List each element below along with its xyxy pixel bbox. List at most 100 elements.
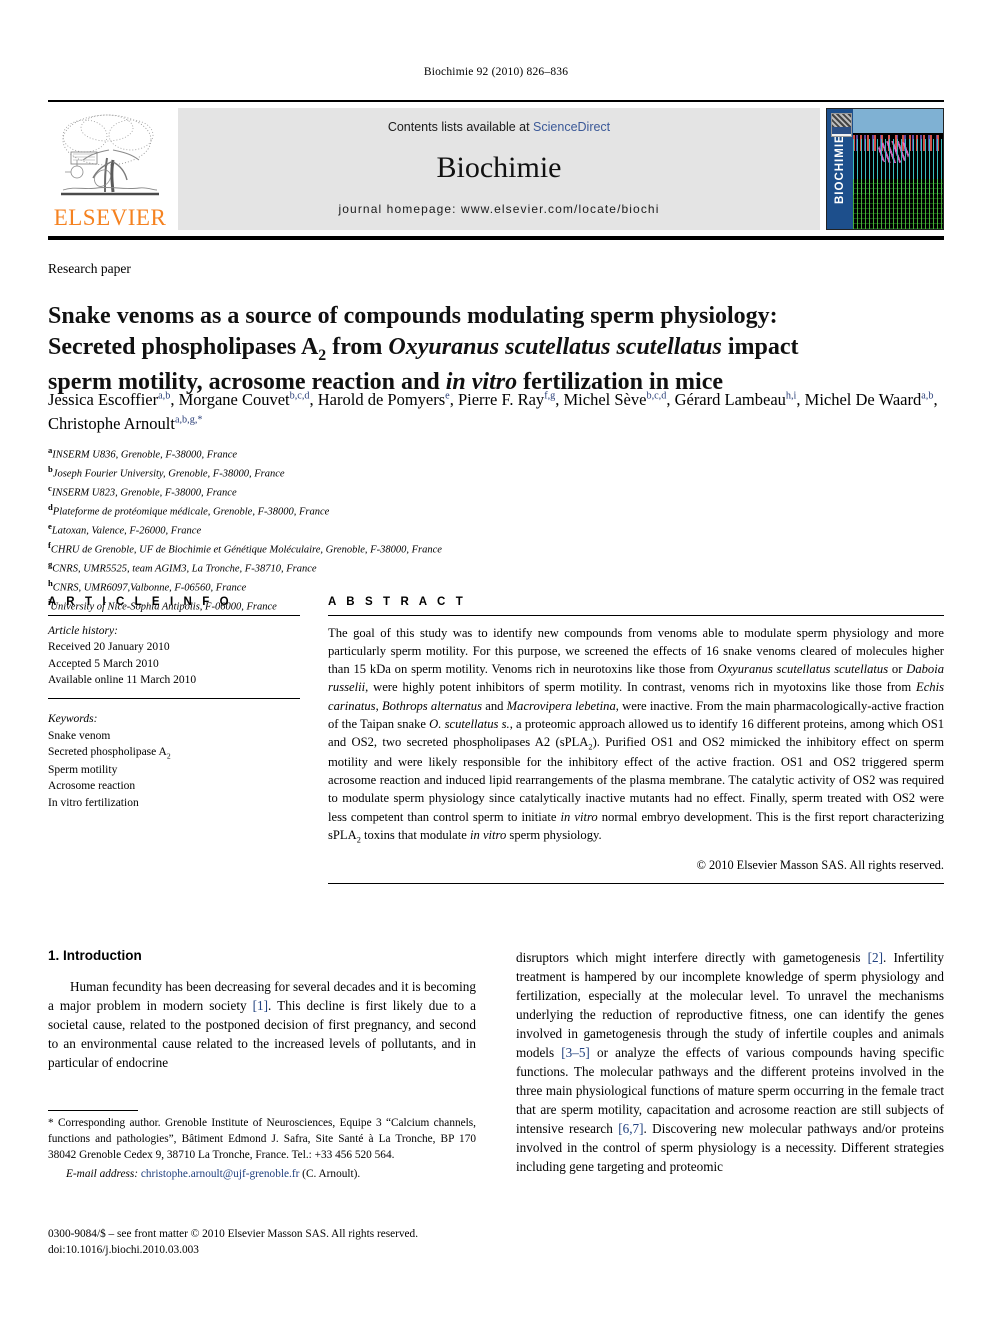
abstract-heading: A B S T R A C T <box>328 596 467 608</box>
abstract-run: sperm physiology. <box>506 827 602 842</box>
affiliation-item: fCHRU de Grenoble, UF de Biochimie et Gé… <box>48 539 748 558</box>
article-info-heading: A R T I C L E I N F O <box>48 596 233 608</box>
abstract-italic-term: in vitro <box>470 827 507 842</box>
citation-link[interactable]: [1] <box>253 998 268 1013</box>
abstract-italic-term: Oxyuranus scutellatus scutellatus <box>717 662 889 677</box>
affiliation-list: aINSERM U836, Grenoble, F-38000, France b… <box>48 444 748 615</box>
abstract-rule <box>328 615 944 616</box>
elsevier-tree-icon <box>61 114 159 196</box>
article-info-column: A R T I C L E I N F O Article history: R… <box>48 596 300 884</box>
author-name: Michel Sève <box>563 390 647 409</box>
author-name: Jessica Escoffier <box>48 390 159 409</box>
affiliation-item: dPlateforme de protéomique médicale, Gre… <box>48 501 748 520</box>
contents-lists-line: Contents lists available at ScienceDirec… <box>388 120 610 134</box>
cover-artwork <box>853 133 943 229</box>
abstract-text: The goal of this study was to identify n… <box>328 624 944 846</box>
author-name: Christophe Arnoult <box>48 413 175 433</box>
article-page: Biochimie 92 (2010) 826–836 ELSEVIER Con… <box>0 0 992 1323</box>
author-name: Harold de Pomyers <box>317 390 446 409</box>
affiliation-text: CHRU de Grenoble, UF de Biochimie et Gén… <box>50 544 442 556</box>
journal-homepage-line[interactable]: journal homepage: www.elsevier.com/locat… <box>339 202 660 216</box>
title-species-name: Oxyuranus scutellatus scutellatus <box>388 334 722 361</box>
abstract-run: and <box>482 698 507 713</box>
author-name: Pierre F. Ray <box>457 390 545 409</box>
sciencedirect-link[interactable]: ScienceDirect <box>533 120 610 134</box>
title-line-2-part-b: from <box>326 334 389 361</box>
author-affiliation-marker: h,i <box>785 390 797 402</box>
citation-link[interactable]: [2] <box>868 950 883 965</box>
contents-prefix: Contents lists available at <box>387 120 534 134</box>
keyword-item: Acrosome reaction <box>48 780 136 793</box>
intro-right-run: disruptors which might interfere directl… <box>516 950 868 965</box>
affiliation-text: Plateforme de protéomique médicale, Gren… <box>52 506 330 518</box>
keyword-subscript: 2 <box>166 751 171 761</box>
keyword-item: Secreted phospholipase A2 <box>48 745 171 761</box>
author-affiliation-marker: a,b <box>158 390 171 402</box>
abstract-italic-term: O. scutellatus s. <box>429 716 510 731</box>
email-link[interactable]: christophe.arnoult@ujf-grenoble.fr <box>141 1168 299 1180</box>
footnote-rule <box>48 1110 138 1111</box>
affiliation-item: bJoseph Fourier University, Grenoble, F-… <box>48 463 748 482</box>
introduction-paragraph-left: Human fecundity has been decreasing for … <box>48 977 476 1072</box>
introduction-heading: 1. Introduction <box>48 948 142 963</box>
body-column-right: disruptors which might interfere directl… <box>516 948 944 1176</box>
email-note: E-mail address: christophe.arnoult@ujf-g… <box>48 1167 476 1183</box>
abstract-italic-term: Macrovipera lebetina <box>506 698 616 713</box>
article-info-rule <box>48 615 300 616</box>
author-list: Jessica Escoffiera,b, Morgane Couvetb,c,… <box>48 390 938 433</box>
author-name: Michel De Waard <box>804 390 922 409</box>
affiliation-text: Latoxan, Valence, F-26000, France <box>51 525 202 537</box>
affiliation-text: INSERM U823, Grenoble, F-38000, France <box>51 487 237 499</box>
author-affiliation-marker: e <box>445 390 450 402</box>
journal-cover-thumbnail: BIOCHIMIE <box>826 108 944 230</box>
keywords-label: Keywords: <box>48 713 98 726</box>
masthead-bottom-rule <box>48 236 944 240</box>
email-suffix: (C. Arnoult). <box>299 1168 361 1181</box>
author-affiliation-marker: b,c,d <box>289 390 310 402</box>
article-history-item: Available online 11 March 2010 <box>48 673 197 686</box>
abstract-run: normal embryo development. This is the f… <box>597 809 944 824</box>
journal-title: Biochimie <box>436 151 562 184</box>
cover-chip-bar <box>832 127 851 134</box>
abstract-italic-term: Bothrops alternatus <box>381 698 482 713</box>
article-type-label: Research paper <box>48 261 131 276</box>
affiliation-text: Joseph Fourier University, Grenoble, F-3… <box>52 468 285 480</box>
keywords-list: Snake venom Secreted phospholipase A2 Sper… <box>48 728 300 811</box>
issn-footer: 0300-9084/$ – see front matter © 2010 El… <box>48 1226 488 1258</box>
affiliation-text: CNRS, UMR5525, team AGIM3, La Tronche, F… <box>52 563 317 575</box>
article-history-block: Article history: Received 20 January 201… <box>48 623 300 688</box>
cover-art-lower-layer <box>853 179 943 229</box>
affiliation-item: cINSERM U823, Grenoble, F-38000, France <box>48 482 748 501</box>
title-subscript-2: 2 <box>318 347 327 365</box>
article-info-abstract-block: A R T I C L E I N F O Article history: R… <box>48 596 944 885</box>
affiliation-text: INSERM U836, Grenoble, F-38000, France <box>52 449 238 461</box>
author-affiliation-marker: b,c,d <box>646 390 667 402</box>
affiliation-item: eLatoxan, Valence, F-26000, France <box>48 520 748 539</box>
affiliation-item: aINSERM U836, Grenoble, F-38000, France <box>48 444 748 463</box>
abstract-run: , were highly potent inhibitors of sperm… <box>365 680 917 695</box>
cover-chip-image <box>832 114 851 127</box>
keywords-rule <box>48 698 300 700</box>
cover-top-band <box>853 109 943 133</box>
keyword-item: In vitro fertilization <box>48 796 139 809</box>
keyword-item: Sperm motility <box>48 764 118 777</box>
author-name: Morgane Couvet <box>178 390 290 409</box>
doi-line: doi:10.1016/j.biochi.2010.03.003 <box>48 1244 199 1257</box>
abstract-run: sPLA <box>559 734 589 749</box>
masthead-top-rule <box>48 100 944 102</box>
article-history-list: Received 20 January 2010 Accepted 5 March… <box>48 639 300 688</box>
abstract-bottom-rule <box>328 883 944 885</box>
email-label: E-mail address: <box>66 1168 139 1181</box>
citation-link[interactable]: [6,7] <box>618 1121 643 1136</box>
title-line-1: Snake venoms as a source of compounds mo… <box>48 303 778 330</box>
issn-line: 0300-9084/$ – see front matter © 2010 El… <box>48 1228 419 1240</box>
abstract-italic-term: in vitro <box>560 809 598 824</box>
author-affiliation-marker: f,g <box>544 390 556 402</box>
author-name: Gérard Lambeau <box>674 390 786 409</box>
abstract-run: or <box>888 662 907 677</box>
introduction-paragraph-right: disruptors which might interfere directl… <box>516 948 944 1176</box>
affiliation-text: CNRS, UMR6097,Valbonne, F-06560, France <box>52 582 247 594</box>
running-head: Biochimie 92 (2010) 826–836 <box>423 66 569 78</box>
citation-link[interactable]: [3–5] <box>561 1045 590 1060</box>
keyword-item: Snake venom <box>48 729 111 742</box>
